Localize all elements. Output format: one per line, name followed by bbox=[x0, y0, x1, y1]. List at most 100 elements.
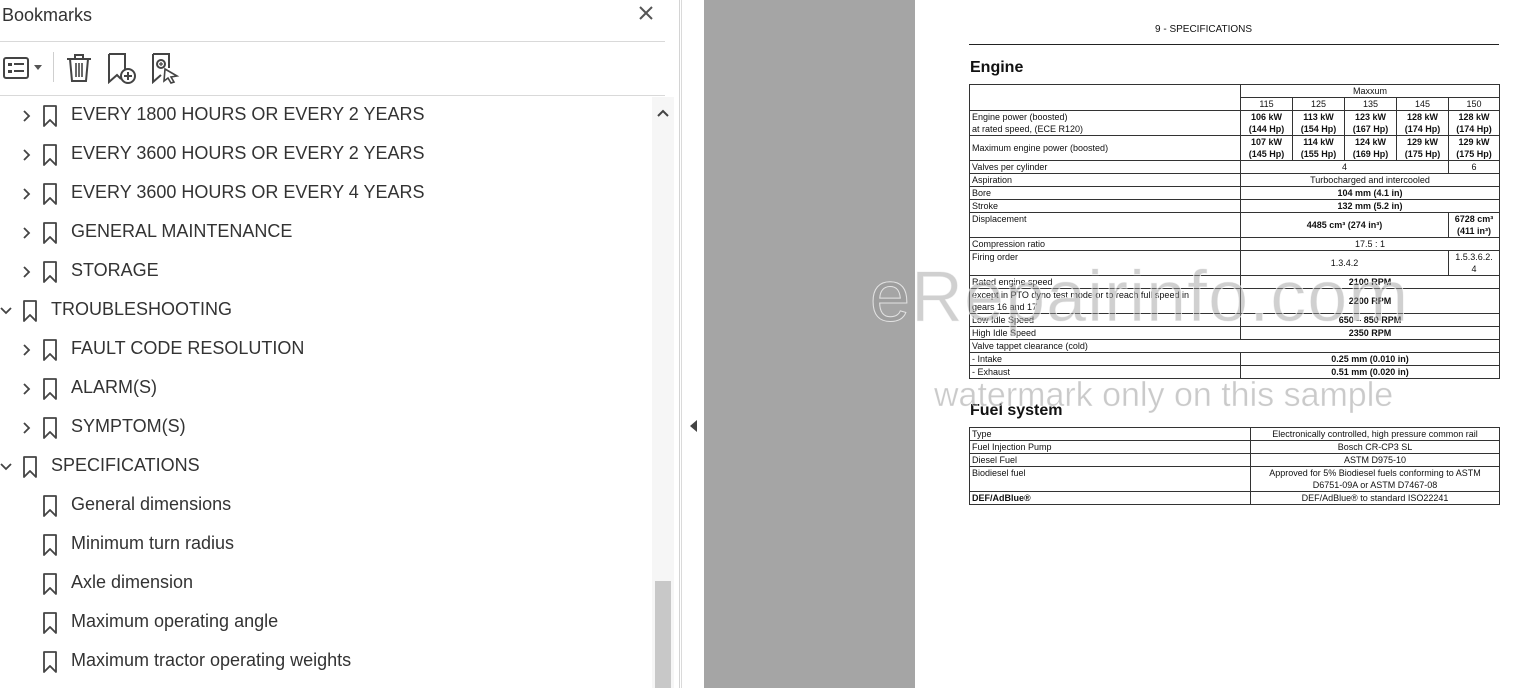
bookmark-label: FAULT CODE RESOLUTION bbox=[71, 338, 305, 358]
bookmark-item[interactable]: Minimum turn radius bbox=[0, 526, 652, 565]
bookmark-icon bbox=[22, 456, 38, 478]
table-cell: Electronically controlled, high pressure… bbox=[1250, 427, 1500, 441]
chevron-right-icon[interactable] bbox=[20, 381, 34, 397]
bookmark-item[interactable]: SPECIFICATIONS bbox=[0, 448, 652, 487]
bookmark-item[interactable]: Maximum tractor operating weights bbox=[0, 643, 652, 682]
table-cell: 124 kW (169 Hp) bbox=[1344, 135, 1397, 161]
table-cell: 6 bbox=[1447, 160, 1501, 174]
panel-splitter[interactable] bbox=[681, 0, 704, 688]
bookmark-item[interactable]: STORAGE bbox=[0, 253, 652, 292]
bookmark-item[interactable]: EVERY 3600 HOURS OR EVERY 4 YEARS bbox=[0, 175, 652, 214]
table-cell: 4 bbox=[1240, 160, 1449, 174]
table-cell: 114 kW (155 Hp) bbox=[1292, 135, 1345, 161]
table-row: Stroke 132 mm (5.2 in) bbox=[969, 199, 1501, 213]
table-cell: 132 mm (5.2 in) bbox=[1239, 199, 1501, 213]
bookmark-icon bbox=[42, 183, 58, 205]
scrollbar[interactable] bbox=[652, 97, 674, 688]
table-cell: 4485 cm³ (274 in³) bbox=[1240, 212, 1449, 238]
scroll-thumb[interactable] bbox=[655, 581, 671, 688]
bookmark-icon bbox=[42, 378, 58, 400]
table-row: Engine power (boosted) at rated speed, (E… bbox=[969, 110, 1501, 136]
bookmark-label: EVERY 3600 HOURS OR EVERY 2 YEARS bbox=[71, 143, 425, 163]
header-rule bbox=[969, 44, 1499, 45]
table-row: Type Electronically controlled, high pre… bbox=[969, 427, 1500, 441]
bookmark-label: EVERY 1800 HOURS OR EVERY 2 YEARS bbox=[71, 104, 425, 124]
table-cell: Bosch CR-CP3 SL bbox=[1250, 440, 1500, 454]
table-cell: Valves per cylinder bbox=[969, 160, 1241, 174]
bookmark-icon bbox=[42, 339, 58, 361]
bookmark-icon bbox=[42, 612, 58, 634]
table-row: Bore 104 mm (4.1 in) bbox=[969, 186, 1501, 200]
document-page: 9 - SPECIFICATIONS Engine Maxxum 115 125… bbox=[915, 0, 1523, 688]
bookmark-label: GENERAL MAINTENANCE bbox=[71, 221, 293, 241]
table-cell: Stroke bbox=[969, 199, 1241, 213]
table-cell: Valve tappet clearance (cold) bbox=[968, 339, 1501, 353]
table-cell: 113 kW (154 Hp) bbox=[1292, 110, 1345, 136]
table-cell: Turbocharged and intercooled bbox=[1239, 173, 1501, 187]
collapse-panel-icon[interactable] bbox=[688, 418, 700, 434]
search-bookmark-icon[interactable] bbox=[149, 52, 181, 85]
chevron-right-icon[interactable] bbox=[20, 147, 34, 163]
table-row: Maximum engine power (boosted) 107 kW (14… bbox=[969, 135, 1501, 161]
table-row: Biodiesel fuel Approved for 5% Biodiesel… bbox=[969, 466, 1500, 492]
bookmark-item[interactable]: General dimensions bbox=[0, 487, 652, 526]
table-cell: 104 mm (4.1 in) bbox=[1239, 186, 1501, 200]
watermark-text: watermark only on this sample bbox=[934, 376, 1394, 415]
table-header: Maxxum bbox=[1239, 84, 1501, 98]
options-list-icon[interactable] bbox=[2, 52, 46, 84]
bookmark-icon bbox=[42, 573, 58, 595]
bookmark-icon bbox=[42, 105, 58, 127]
bookmark-item[interactable]: TROUBLESHOOTING bbox=[0, 292, 652, 331]
bookmark-label: SPECIFICATIONS bbox=[51, 455, 200, 475]
bookmark-item[interactable]: FAULT CODE RESOLUTION bbox=[0, 331, 652, 370]
bookmark-label: ALARM(S) bbox=[71, 377, 158, 397]
chevron-right-icon[interactable] bbox=[20, 108, 34, 124]
table-cell: DEF/AdBlue® bbox=[969, 491, 1251, 505]
bookmark-item[interactable]: Maximum operating angle bbox=[0, 604, 652, 643]
new-bookmark-icon[interactable] bbox=[105, 52, 137, 85]
table-cell: Compression ratio bbox=[969, 237, 1241, 251]
bookmark-item[interactable]: GENERAL MAINTENANCE bbox=[0, 214, 652, 253]
chevron-right-icon[interactable] bbox=[20, 225, 34, 241]
watermark-text: eRepairinfo.com bbox=[869, 257, 1410, 338]
bookmark-item[interactable]: SYMPTOM(S) bbox=[0, 409, 652, 448]
chevron-right-icon[interactable] bbox=[20, 186, 34, 202]
chevron-down-icon[interactable] bbox=[0, 303, 14, 319]
bookmark-item[interactable]: Axle dimension bbox=[0, 565, 652, 604]
close-icon[interactable] bbox=[635, 2, 657, 24]
page-header: 9 - SPECIFICATIONS bbox=[1155, 24, 1253, 35]
bookmark-icon bbox=[42, 144, 58, 166]
table-cell: 17.5 : 1 bbox=[1239, 237, 1501, 251]
bookmark-icon bbox=[42, 417, 58, 439]
model-header: 135 bbox=[1344, 97, 1397, 111]
table-cell: DEF/AdBlue® to standard ISO22241 bbox=[1250, 491, 1500, 505]
table-cell: ASTM D975-10 bbox=[1250, 453, 1500, 467]
table-cell: 129 kW (175 Hp) bbox=[1447, 135, 1501, 161]
bookmark-item[interactable]: ALARM(S) bbox=[0, 370, 652, 409]
bookmarks-panel: Bookmarks EVERY 1800 HOURS OR EVERY 2 YE… bbox=[0, 0, 680, 688]
document-background bbox=[704, 0, 915, 688]
table-cell: Bore bbox=[969, 186, 1241, 200]
delete-icon[interactable] bbox=[64, 52, 94, 84]
table-row: DEF/AdBlue® DEF/AdBlue® to standard ISO2… bbox=[969, 491, 1500, 505]
bookmark-icon bbox=[42, 534, 58, 556]
table-cell: 1.5.3.6.2. 4 bbox=[1447, 250, 1501, 276]
table-cell: Engine power (boosted) at rated speed, (E… bbox=[969, 110, 1241, 136]
bookmark-list: EVERY 1800 HOURS OR EVERY 2 YEARS EVERY 3… bbox=[0, 97, 652, 688]
chevron-right-icon[interactable] bbox=[20, 264, 34, 280]
bookmark-label: Minimum turn radius bbox=[71, 533, 235, 553]
table-cell: 107 kW (145 Hp) bbox=[1240, 135, 1293, 161]
table-row: Diesel Fuel ASTM D975-10 bbox=[969, 453, 1500, 467]
model-header: 150 bbox=[1447, 97, 1501, 111]
fuel-spec-table: Type Electronically controlled, high pre… bbox=[969, 427, 1500, 505]
chevron-down-icon[interactable] bbox=[0, 459, 14, 475]
table-row: - Intake 0.25 mm (0.010 in) bbox=[969, 352, 1501, 366]
chevron-right-icon[interactable] bbox=[20, 342, 34, 358]
chevron-right-icon[interactable] bbox=[20, 420, 34, 436]
bookmark-item[interactable]: EVERY 3600 HOURS OR EVERY 2 YEARS bbox=[0, 136, 652, 175]
scroll-up-icon[interactable] bbox=[652, 103, 674, 123]
table-cell: Displacement bbox=[969, 212, 1241, 238]
bookmark-icon bbox=[42, 651, 58, 673]
bookmark-item[interactable]: EVERY 1800 HOURS OR EVERY 2 YEARS bbox=[0, 97, 652, 136]
bookmark-label: Maximum operating angle bbox=[71, 611, 279, 631]
